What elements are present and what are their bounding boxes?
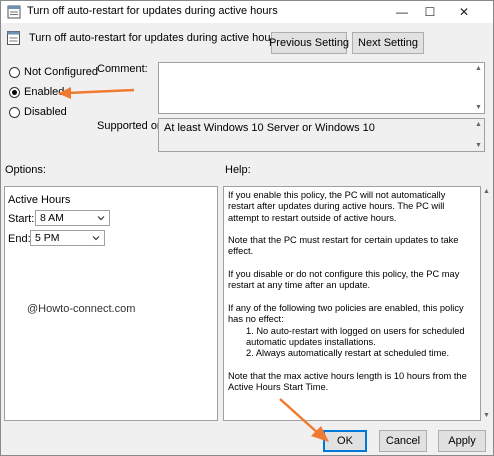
chevron-down-icon [97, 216, 105, 221]
radio-circle[interactable] [9, 106, 20, 118]
ok-button[interactable]: OK [323, 430, 367, 452]
help-paragraph: Note that the PC must restart for certai… [228, 235, 459, 257]
title-bar[interactable]: Turn off auto-restart for updates during… [1, 1, 493, 23]
scroll-up-icon[interactable]: ▲ [474, 120, 483, 129]
window-title: Turn off auto-restart for updates during… [27, 5, 278, 17]
end-label: End: [8, 233, 31, 245]
maximize-button[interactable]: ☐ [415, 1, 445, 23]
active-hours-title: Active Hours [8, 194, 71, 206]
scroll-up-icon[interactable]: ▲ [474, 64, 483, 73]
help-heading: Help: [225, 164, 251, 176]
close-button[interactable]: ✕ [449, 1, 479, 23]
dialog-window: Turn off auto-restart for updates during… [0, 0, 494, 456]
arrow-annotation-icon [58, 87, 135, 99]
policy-setting-icon [7, 31, 20, 45]
radio-not-configured[interactable]: Not Configured [9, 65, 98, 79]
help-list-item: 1. No auto-restart with logged on users … [246, 325, 465, 347]
help-text: If you enable this policy, the PC will n… [228, 190, 474, 405]
help-scrollbar[interactable]: ▲ ▼ [482, 186, 492, 421]
help-list-item: 2. Always automatically restart at sched… [246, 348, 450, 359]
policy-icon [7, 5, 21, 19]
end-select[interactable]: 5 PM [30, 230, 105, 246]
watermark-text: @Howto-connect.com [27, 303, 136, 315]
start-label: Start: [8, 213, 35, 225]
radio-enabled[interactable]: Enabled [9, 85, 64, 99]
next-setting-button[interactable]: Next Setting [352, 32, 424, 54]
scroll-down-icon[interactable]: ▼ [474, 141, 483, 150]
comment-field[interactable]: ▲ ▼ [158, 62, 485, 114]
end-value: 5 PM [35, 232, 60, 244]
help-panel: If you enable this policy, the PC will n… [223, 186, 481, 421]
radio-circle[interactable] [9, 66, 20, 78]
help-paragraph: If any of the following two policies are… [228, 302, 464, 325]
scroll-down-icon[interactable]: ▼ [482, 411, 491, 420]
supported-on-field: At least Windows 10 Server or Windows 10… [158, 118, 485, 152]
options-heading: Options: [5, 164, 46, 176]
radio-label: Enabled [24, 86, 65, 98]
start-value: 8 AM [40, 212, 64, 224]
radio-circle[interactable] [9, 86, 20, 98]
radio-disabled[interactable]: Disabled [9, 105, 67, 119]
radio-label: Disabled [24, 106, 67, 118]
minimize-button[interactable]: — [387, 1, 417, 23]
help-paragraph: If you enable this policy, the PC will n… [228, 190, 446, 223]
supported-on-value: At least Windows 10 Server or Windows 10 [164, 122, 375, 134]
chevron-down-icon [92, 236, 100, 241]
scroll-up-icon[interactable]: ▲ [482, 187, 491, 196]
comment-label: Comment: [97, 63, 148, 75]
supported-on-label: Supported on: [97, 120, 167, 132]
help-paragraph: Note that the max active hours length is… [228, 370, 467, 393]
apply-button[interactable]: Apply [438, 430, 486, 452]
previous-setting-button[interactable]: Previous Setting [269, 32, 349, 54]
radio-label: Not Configured [24, 66, 98, 78]
scroll-down-icon[interactable]: ▼ [474, 103, 483, 112]
start-select[interactable]: 8 AM [35, 210, 110, 226]
help-paragraph: If you disable or do not configure this … [228, 269, 460, 291]
policy-title: Turn off auto-restart for updates during… [29, 32, 280, 44]
cancel-button[interactable]: Cancel [379, 430, 427, 452]
